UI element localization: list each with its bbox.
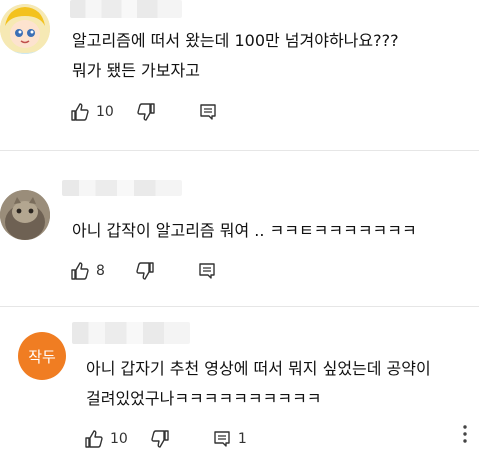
avatar[interactable] bbox=[0, 190, 50, 240]
comment-actions: 10 bbox=[70, 100, 218, 124]
reply-button[interactable]: 1 bbox=[212, 429, 247, 449]
thumbs-up-icon bbox=[71, 262, 89, 280]
photo-avatar-icon bbox=[0, 190, 50, 240]
dislike-button[interactable] bbox=[135, 261, 155, 281]
comment-text-line-1: 아니 갑자기 추천 영상에 떠서 뭐지 싶었는데 공약이 bbox=[86, 359, 431, 378]
comment-3: 작두 아니 갑자기 추천 영상에 떠서 뭐지 싶었는데 공약이 걸려있었구나ㅋㅋ… bbox=[0, 316, 479, 465]
comment-actions: 8 bbox=[70, 259, 217, 283]
like-button[interactable]: 8 bbox=[70, 261, 105, 281]
thumbs-down-icon bbox=[136, 262, 154, 280]
comment-icon bbox=[214, 431, 230, 447]
comment-text-line-1: 아니 갑작이 알고리즘 뭐여 .. ㅋㅋㅌㅋㅋㅋㅋㅋㅋㅋ bbox=[72, 221, 417, 240]
cartoon-avatar-icon bbox=[0, 4, 50, 54]
comment-text-line-1: 알고리즘에 떠서 왔는데 100만 넘겨야하나요??? bbox=[72, 31, 399, 50]
dislike-button[interactable] bbox=[136, 102, 156, 122]
avatar[interactable]: 작두 bbox=[18, 332, 66, 380]
divider bbox=[0, 150, 479, 151]
like-count: 8 bbox=[96, 263, 105, 279]
comment-1: 알고리즘에 떠서 왔는데 100만 넘겨야하나요??? 뭐가 됐든 가보자고 1… bbox=[0, 0, 479, 150]
more-vertical-icon[interactable] bbox=[462, 424, 468, 444]
author-name-blurred[interactable] bbox=[72, 322, 190, 344]
divider bbox=[0, 306, 479, 307]
comment-icon bbox=[199, 263, 215, 279]
like-count: 10 bbox=[96, 104, 114, 120]
like-button[interactable]: 10 bbox=[70, 102, 114, 122]
author-name-blurred[interactable] bbox=[70, 0, 182, 18]
like-button[interactable]: 10 bbox=[84, 429, 128, 449]
like-count: 10 bbox=[110, 431, 128, 447]
comment-2: 아니 갑작이 알고리즘 뭐여 .. ㅋㅋㅌㅋㅋㅋㅋㅋㅋㅋ 8 bbox=[0, 160, 479, 300]
reply-count: 1 bbox=[237, 431, 247, 447]
dislike-button[interactable] bbox=[150, 429, 170, 449]
thumbs-up-icon bbox=[71, 103, 89, 121]
comment-actions: 10 1 bbox=[84, 427, 247, 451]
thumbs-up-icon bbox=[85, 430, 103, 448]
avatar-initials: 작두 bbox=[28, 347, 56, 366]
comment-text-line-2: 뭐가 됐든 가보자고 bbox=[72, 61, 200, 80]
avatar[interactable] bbox=[0, 4, 50, 54]
author-name-blurred[interactable] bbox=[62, 180, 182, 196]
reply-button[interactable] bbox=[197, 261, 217, 281]
comment-text-line-2: 걸려있었구나ㅋㅋㅋㅋㅋㅋㅋㅋㅋㅋ bbox=[86, 389, 322, 408]
comment-icon bbox=[200, 104, 216, 120]
reply-button[interactable] bbox=[198, 102, 218, 122]
thumbs-down-icon bbox=[151, 430, 169, 448]
thumbs-down-icon bbox=[137, 103, 155, 121]
